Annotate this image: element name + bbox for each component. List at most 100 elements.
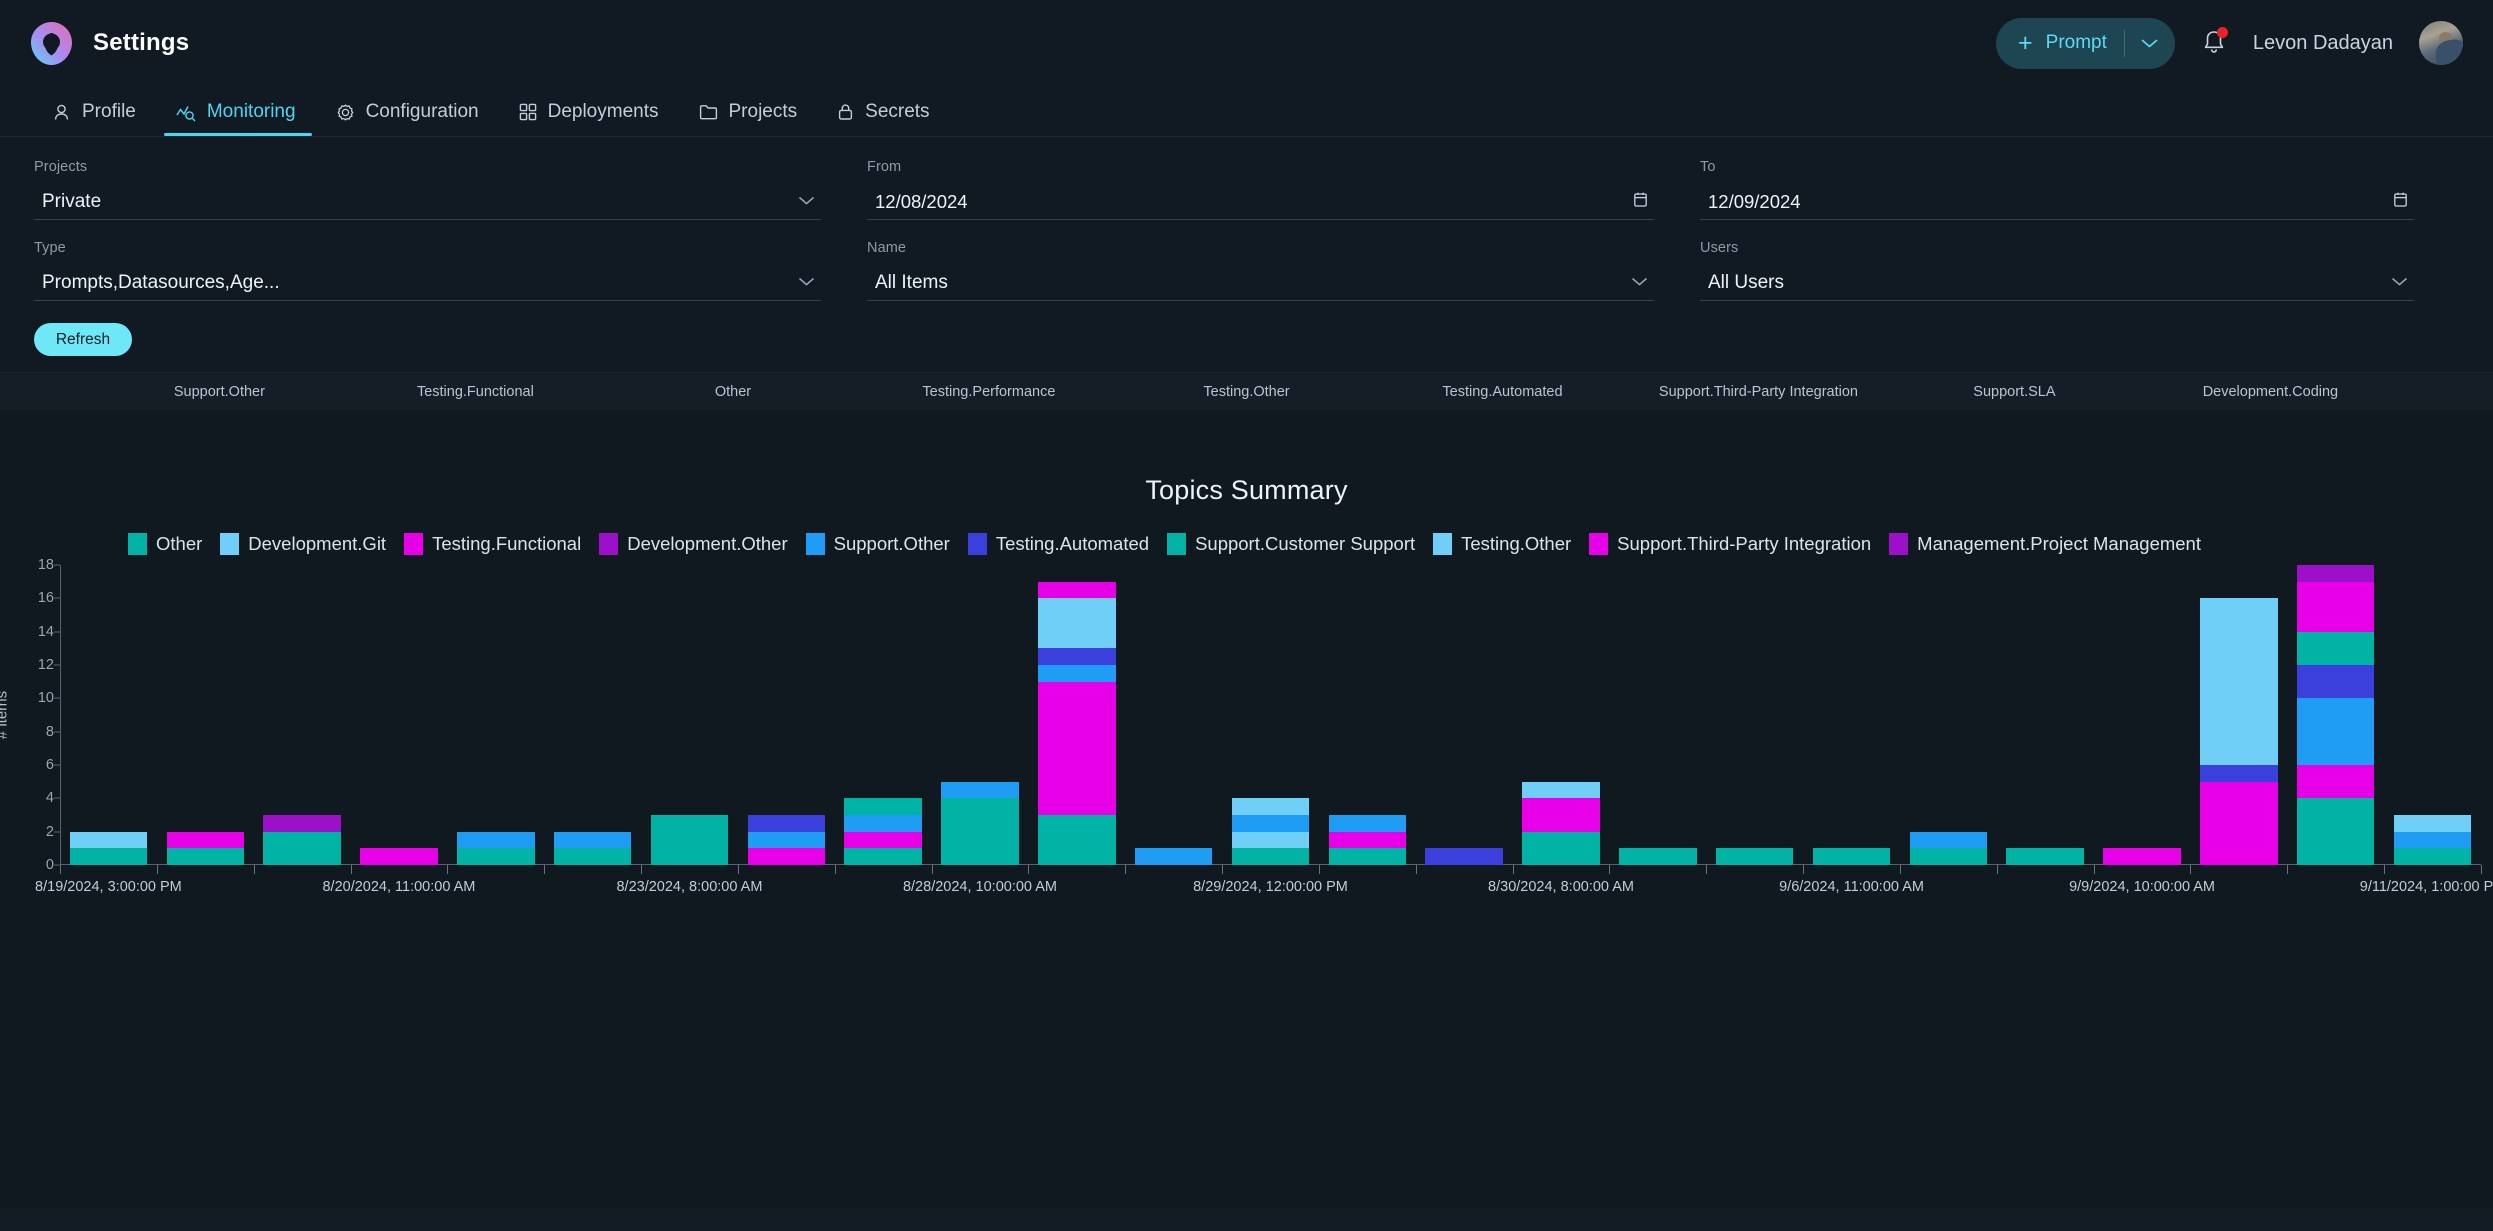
legend-item[interactable]: Development.Git: [220, 533, 386, 555]
brand[interactable]: Settings: [28, 20, 189, 67]
filter-projects: Projects Private: [34, 159, 867, 220]
refresh-button[interactable]: Refresh: [34, 323, 132, 356]
type-select[interactable]: Prompts,Datasources,Age...: [34, 265, 821, 301]
legend-item[interactable]: Testing.Other: [1433, 533, 1571, 555]
bar[interactable]: [844, 798, 922, 865]
tab-secrets[interactable]: Secrets: [819, 101, 951, 136]
to-date-input[interactable]: 12/09/2024: [1700, 184, 2414, 220]
notifications-button[interactable]: [2201, 27, 2228, 58]
top-bar: Settings + Prompt Levon Dadayan: [0, 0, 2493, 86]
x-axis-tick-label: 8/23/2024, 8:00:00 AM: [616, 879, 763, 895]
topic-chip[interactable]: Testing.Performance: [922, 384, 1055, 400]
bar-segment: [1522, 831, 1600, 865]
from-date-input[interactable]: 12/08/2024: [867, 184, 1654, 220]
bar[interactable]: [2297, 565, 2375, 865]
bar[interactable]: [941, 781, 1019, 865]
bar[interactable]: [1328, 815, 1407, 865]
legend-item[interactable]: Testing.Automated: [967, 533, 1150, 555]
topic-chip[interactable]: Support.Third-Party Integration: [1659, 384, 1858, 400]
bar[interactable]: [2393, 815, 2472, 865]
bar[interactable]: [1812, 848, 1891, 865]
tab-deployments[interactable]: Deployments: [501, 101, 681, 136]
topic-chip[interactable]: Testing.Functional: [417, 384, 534, 400]
tab-projects[interactable]: Projects: [681, 101, 820, 136]
legend-item[interactable]: Support.Third-Party Integration: [1589, 533, 1871, 555]
name-select[interactable]: All Items: [867, 265, 1654, 301]
legend-item[interactable]: Testing.Functional: [404, 533, 581, 555]
chevron-down-icon[interactable]: [1631, 274, 1648, 292]
chevron-down-icon[interactable]: [2391, 274, 2408, 292]
topic-chip[interactable]: Other: [715, 384, 751, 400]
bar[interactable]: [2200, 598, 2278, 865]
avatar[interactable]: [2419, 21, 2463, 65]
bar-segment: [2393, 815, 2472, 832]
tab-profile-label: Profile: [82, 101, 136, 122]
bar[interactable]: [1715, 848, 1794, 865]
bar-segment: [2200, 781, 2278, 865]
bar[interactable]: [2006, 848, 2084, 865]
legend-item[interactable]: Support.Customer Support: [1167, 533, 1415, 555]
bar[interactable]: [553, 831, 632, 865]
bar[interactable]: [1134, 848, 1213, 865]
bar[interactable]: [1038, 581, 1116, 865]
bar[interactable]: [1425, 848, 1503, 865]
bar[interactable]: [360, 848, 438, 865]
chevron-down-icon[interactable]: [798, 274, 815, 292]
bar-segment: [1909, 831, 1988, 849]
legend-label: Testing.Other: [1461, 533, 1572, 554]
bar-segment: [2297, 698, 2375, 766]
bar[interactable]: [650, 815, 729, 865]
y-axis-tick-label: 6: [45, 757, 54, 773]
y-axis-tick-mark: [54, 831, 60, 833]
y-axis-tick-label: 18: [37, 557, 54, 573]
bar[interactable]: [263, 815, 341, 865]
nav-tabs: Profile Monitoring Configuration Deploym…: [0, 86, 2493, 137]
chevron-down-icon[interactable]: [2131, 37, 2169, 49]
legend-swatch: [599, 533, 619, 555]
x-axis-tick-mark: [1609, 865, 1611, 874]
projects-select[interactable]: Private: [34, 184, 821, 220]
bar[interactable]: [1619, 848, 1697, 865]
x-axis-tick-mark: [2384, 865, 2386, 874]
calendar-icon[interactable]: [2393, 191, 2408, 213]
bar-segment: [457, 831, 535, 849]
tab-profile[interactable]: Profile: [34, 101, 158, 136]
topic-chip[interactable]: Testing.Other: [1203, 384, 1289, 400]
legend-swatch: [805, 533, 825, 555]
topic-chip[interactable]: Support.SLA: [1973, 384, 2055, 400]
bar-segment: [1231, 815, 1310, 832]
tab-monitoring[interactable]: Monitoring: [158, 101, 318, 136]
legend-label: Testing.Automated: [995, 533, 1150, 554]
nexus-droplet-logo-icon: [28, 20, 75, 67]
legend-item[interactable]: Other: [128, 533, 202, 555]
chevron-down-icon[interactable]: [798, 193, 815, 211]
x-axis-tick-mark: [1222, 865, 1224, 874]
legend-item[interactable]: Support.Other: [805, 533, 950, 555]
bar[interactable]: [2103, 848, 2181, 865]
bar-segment: [941, 781, 1019, 799]
bar-segment: [1812, 848, 1891, 865]
y-axis-tick-mark: [54, 731, 60, 733]
bar[interactable]: [1522, 781, 1600, 865]
users-select[interactable]: All Users: [1700, 265, 2414, 301]
tab-configuration[interactable]: Configuration: [318, 101, 501, 136]
legend-item[interactable]: Management.Project Management: [1889, 533, 2201, 555]
topic-chip[interactable]: Support.Other: [174, 384, 265, 400]
bar[interactable]: [747, 815, 826, 865]
bar-segment: [650, 815, 729, 865]
bar-segment: [2006, 848, 2084, 865]
calendar-icon[interactable]: [1633, 191, 1648, 213]
bar[interactable]: [69, 831, 148, 865]
app-title: Settings: [93, 29, 190, 56]
topic-chip[interactable]: Testing.Automated: [1442, 384, 1562, 400]
bar[interactable]: [166, 831, 244, 865]
new-prompt-button[interactable]: + Prompt: [1996, 17, 2175, 69]
bar[interactable]: [1231, 798, 1310, 865]
legend-item[interactable]: Development.Other: [599, 533, 788, 555]
bar-segment: [2297, 565, 2375, 582]
x-axis-tick-mark: [447, 865, 449, 874]
user-name: Levon Dadayan: [2252, 31, 2393, 54]
topic-chip[interactable]: Development.Coding: [2203, 384, 2338, 400]
bar[interactable]: [1909, 831, 1988, 865]
bar[interactable]: [457, 831, 535, 865]
